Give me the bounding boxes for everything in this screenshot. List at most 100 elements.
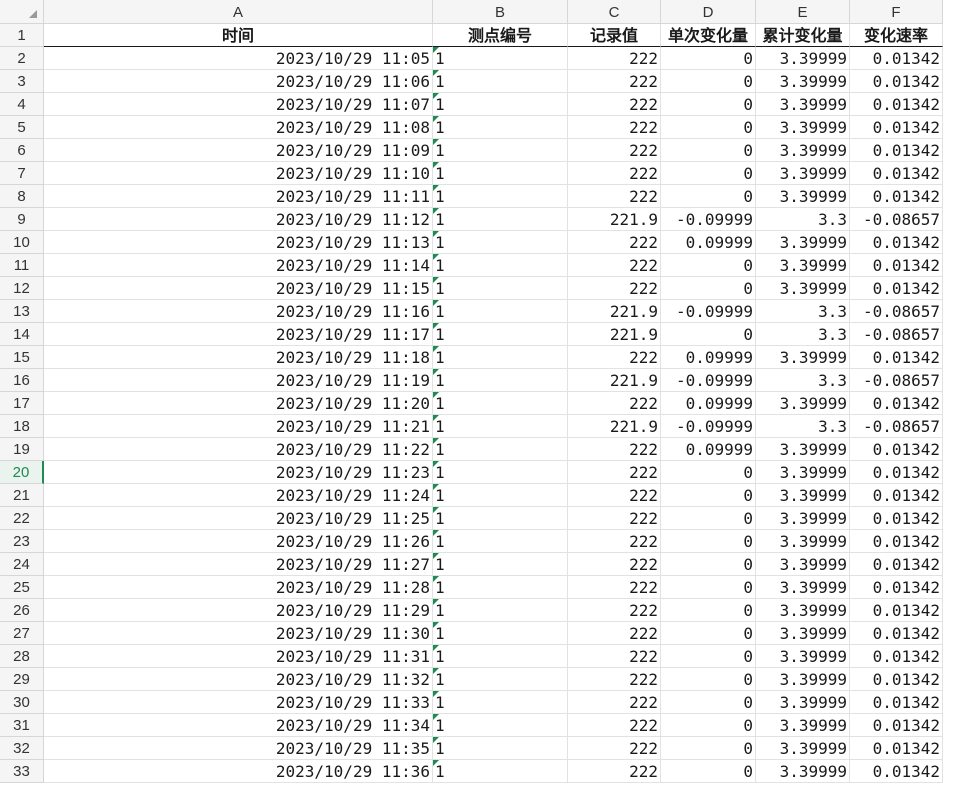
table-cell-number[interactable]: 222 — [568, 277, 661, 300]
table-cell-number[interactable]: 3.39999 — [756, 714, 850, 737]
table-cell-number[interactable]: 222 — [568, 668, 661, 691]
table-cell-number[interactable]: 0.01342 — [850, 70, 943, 93]
header-cell[interactable]: 单次变化量 — [661, 24, 756, 47]
table-cell-number[interactable]: 3.39999 — [756, 599, 850, 622]
table-cell-number[interactable]: 0 — [661, 760, 756, 783]
table-cell-number[interactable]: 0 — [661, 484, 756, 507]
table-cell-number[interactable]: 3.39999 — [756, 484, 850, 507]
table-cell-text[interactable]: 1 — [433, 714, 568, 737]
table-cell-number[interactable]: 0.01342 — [850, 93, 943, 116]
table-cell-number[interactable]: 0 — [661, 162, 756, 185]
table-cell-number[interactable]: 3.39999 — [756, 47, 850, 70]
table-cell-number[interactable]: 3.39999 — [756, 553, 850, 576]
table-cell-number[interactable]: 222 — [568, 622, 661, 645]
row-header-13[interactable]: 13 — [0, 300, 44, 323]
table-cell-number[interactable]: 222 — [568, 93, 661, 116]
table-cell-number[interactable]: 222 — [568, 576, 661, 599]
row-header-5[interactable]: 5 — [0, 116, 44, 139]
row-header-26[interactable]: 26 — [0, 599, 44, 622]
table-cell-number[interactable]: 222 — [568, 116, 661, 139]
table-cell-datetime[interactable]: 2023/10/29 11:11 — [44, 185, 433, 208]
row-header-10[interactable]: 10 — [0, 231, 44, 254]
table-cell-number[interactable]: 0 — [661, 139, 756, 162]
table-cell-datetime[interactable]: 2023/10/29 11:22 — [44, 438, 433, 461]
table-cell-number[interactable]: 0.09999 — [661, 231, 756, 254]
table-cell-number[interactable]: 0.01342 — [850, 645, 943, 668]
table-cell-number[interactable]: 3.39999 — [756, 668, 850, 691]
select-all-corner[interactable] — [0, 0, 44, 24]
table-cell-datetime[interactable]: 2023/10/29 11:12 — [44, 208, 433, 231]
table-cell-number[interactable]: 0.01342 — [850, 162, 943, 185]
table-cell-number[interactable]: -0.09999 — [661, 369, 756, 392]
table-cell-text[interactable]: 1 — [433, 346, 568, 369]
table-cell-number[interactable]: 222 — [568, 714, 661, 737]
table-cell-number[interactable]: 3.39999 — [756, 392, 850, 415]
table-cell-number[interactable]: 0 — [661, 668, 756, 691]
table-cell-number[interactable]: 0 — [661, 530, 756, 553]
table-cell-text[interactable]: 1 — [433, 116, 568, 139]
table-cell-number[interactable]: 222 — [568, 760, 661, 783]
table-cell-number[interactable]: 221.9 — [568, 415, 661, 438]
table-cell-datetime[interactable]: 2023/10/29 11:23 — [44, 461, 433, 484]
table-cell-text[interactable]: 1 — [433, 70, 568, 93]
table-cell-number[interactable]: 0 — [661, 47, 756, 70]
table-cell-number[interactable]: -0.09999 — [661, 415, 756, 438]
table-cell-number[interactable]: 3.3 — [756, 323, 850, 346]
header-cell[interactable]: 测点编号 — [433, 24, 568, 47]
table-cell-number[interactable]: -0.08657 — [850, 369, 943, 392]
table-cell-number[interactable]: 3.39999 — [756, 346, 850, 369]
table-cell-number[interactable]: 222 — [568, 139, 661, 162]
table-cell-number[interactable]: -0.08657 — [850, 323, 943, 346]
table-cell-number[interactable]: 0.01342 — [850, 507, 943, 530]
table-cell-number[interactable]: 222 — [568, 392, 661, 415]
table-cell-number[interactable]: 3.39999 — [756, 507, 850, 530]
table-cell-datetime[interactable]: 2023/10/29 11:36 — [44, 760, 433, 783]
header-cell[interactable]: 变化速率 — [850, 24, 943, 47]
table-cell-text[interactable]: 1 — [433, 185, 568, 208]
column-header-a[interactable]: A — [44, 0, 433, 24]
table-cell-datetime[interactable]: 2023/10/29 11:32 — [44, 668, 433, 691]
table-cell-number[interactable]: 0 — [661, 116, 756, 139]
table-cell-number[interactable]: 0.01342 — [850, 392, 943, 415]
table-cell-number[interactable]: 222 — [568, 530, 661, 553]
column-header-f[interactable]: F — [850, 0, 943, 24]
table-cell-number[interactable]: 222 — [568, 185, 661, 208]
table-cell-number[interactable]: 0.01342 — [850, 116, 943, 139]
row-header-20[interactable]: 20 — [0, 461, 44, 484]
table-cell-number[interactable]: 0 — [661, 622, 756, 645]
row-header-17[interactable]: 17 — [0, 392, 44, 415]
table-cell-text[interactable]: 1 — [433, 300, 568, 323]
table-cell-number[interactable]: 3.3 — [756, 300, 850, 323]
table-cell-datetime[interactable]: 2023/10/29 11:09 — [44, 139, 433, 162]
row-header-21[interactable]: 21 — [0, 484, 44, 507]
table-cell-datetime[interactable]: 2023/10/29 11:24 — [44, 484, 433, 507]
table-cell-text[interactable]: 1 — [433, 645, 568, 668]
table-cell-datetime[interactable]: 2023/10/29 11:14 — [44, 254, 433, 277]
table-cell-number[interactable]: 3.39999 — [756, 576, 850, 599]
row-header-22[interactable]: 22 — [0, 507, 44, 530]
table-cell-text[interactable]: 1 — [433, 162, 568, 185]
table-cell-text[interactable]: 1 — [433, 553, 568, 576]
row-header-27[interactable]: 27 — [0, 622, 44, 645]
column-header-d[interactable]: D — [661, 0, 756, 24]
table-cell-datetime[interactable]: 2023/10/29 11:34 — [44, 714, 433, 737]
row-header-33[interactable]: 33 — [0, 760, 44, 783]
table-cell-number[interactable]: 0.09999 — [661, 438, 756, 461]
table-cell-number[interactable]: 0 — [661, 507, 756, 530]
table-cell-number[interactable]: 0 — [661, 70, 756, 93]
table-cell-datetime[interactable]: 2023/10/29 11:20 — [44, 392, 433, 415]
row-header-23[interactable]: 23 — [0, 530, 44, 553]
table-cell-number[interactable]: 221.9 — [568, 369, 661, 392]
row-header-28[interactable]: 28 — [0, 645, 44, 668]
table-cell-number[interactable]: 3.3 — [756, 415, 850, 438]
table-cell-number[interactable]: 0.01342 — [850, 530, 943, 553]
table-cell-number[interactable]: -0.08657 — [850, 415, 943, 438]
table-cell-number[interactable]: 3.39999 — [756, 277, 850, 300]
row-header-2[interactable]: 2 — [0, 47, 44, 70]
table-cell-text[interactable]: 1 — [433, 484, 568, 507]
table-cell-text[interactable]: 1 — [433, 231, 568, 254]
table-cell-number[interactable]: 0 — [661, 691, 756, 714]
table-cell-number[interactable]: 3.39999 — [756, 231, 850, 254]
table-cell-number[interactable]: 222 — [568, 645, 661, 668]
table-cell-text[interactable]: 1 — [433, 392, 568, 415]
